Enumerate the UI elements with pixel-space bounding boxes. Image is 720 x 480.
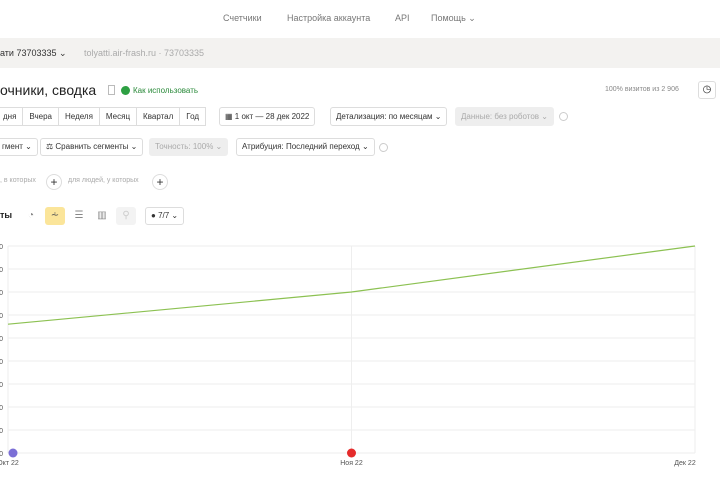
detail-dropdown[interactable]: Детализация: по месяцам ⌄ (330, 107, 448, 126)
y-tick-label: 0 (0, 359, 3, 366)
metrics-count: 7/7 (158, 211, 170, 220)
compare-segments-button[interactable]: ⚖ Сравнить сегменты ⌄ (40, 138, 144, 156)
segment-dropdown[interactable]: гмент ⌄ (0, 138, 38, 156)
clock-icon[interactable]: ◷ (698, 81, 716, 99)
y-tick-label: 0 (0, 267, 3, 274)
y-tick-label: 0 (0, 382, 3, 389)
period-yesterday[interactable]: Вчера (22, 107, 60, 126)
chevron-down-icon: ⌄ (59, 48, 67, 58)
page-title: очники, сводка (0, 82, 97, 98)
people-filter-label: для людей, у которых (68, 177, 139, 184)
nav-api[interactable]: API (395, 13, 410, 23)
y-tick-label: 0 (0, 313, 3, 320)
x-tick-label: Дек 22 (674, 460, 696, 467)
bar-chart-icon[interactable]: ▥ (92, 207, 112, 225)
annotation-marker (347, 448, 356, 458)
period-month[interactable]: Месяц (98, 107, 138, 126)
nav-help-label: Помощь (431, 13, 466, 23)
nav-help[interactable]: Помощь ⌄ (431, 13, 476, 24)
metrics-dropdown[interactable]: ● 7/7 ⌄ (145, 207, 185, 225)
counter-bar: ати 73703335 ⌄ tolyatti.air-frash.ru · 7… (0, 38, 720, 68)
segment-label: гмент (2, 142, 23, 151)
nav-counters[interactable]: Счетчики (223, 13, 262, 23)
stacked-area-icon[interactable]: ☰ (69, 207, 89, 225)
nav-account-settings[interactable]: Настройка аккаунта (287, 13, 370, 23)
x-tick-label: Окт 22 (0, 460, 19, 467)
y-tick-label: 0 (0, 451, 3, 458)
accuracy-dropdown[interactable]: Точность: 100% ⌄ (149, 138, 229, 156)
info-icon (121, 86, 130, 95)
chart-section-title: ты (0, 210, 13, 220)
annotation-marker (8, 448, 18, 458)
y-tick-label: 0 (0, 428, 3, 435)
line-chart: 0 0 0 0 0 0 0 0 0 0 Окт 22 Ноя 22 Дек 22 (0, 244, 696, 467)
data-filter-label: Данные: без роботов (461, 112, 540, 121)
date-range-button[interactable]: ▦ 1 окт — 28 дек 2022 (219, 107, 316, 126)
attribution-label: Атрибуция: Последний переход (242, 142, 360, 151)
period-today[interactable]: дня (0, 107, 24, 126)
data-filter-dropdown[interactable]: Данные: без роботов ⌄ (455, 107, 554, 126)
y-tick-label: 0 (0, 244, 3, 251)
y-tick-label: 0 (0, 336, 3, 343)
counter-name: ати 73703335 (0, 48, 57, 58)
calendar-icon: ▦ (225, 112, 233, 121)
y-tick-label: 0 (0, 405, 3, 412)
y-tick-label: 0 (0, 290, 3, 297)
add-visit-filter-button[interactable]: + (46, 174, 62, 190)
period-week[interactable]: Неделя (58, 107, 100, 126)
compare-label: Сравнить сегменты (55, 142, 129, 151)
top-navigation: Счетчики Настройка аккаунта API Помощь ⌄ (0, 0, 720, 38)
attribution-dropdown[interactable]: Атрибуция: Последний переход ⌄ (236, 138, 375, 156)
add-people-filter-button[interactable]: + (152, 174, 168, 190)
compare-icon: ⚖ (46, 142, 54, 151)
visits-filter-label: , в которых (0, 177, 36, 184)
help-icon[interactable] (559, 112, 568, 121)
x-tick-label: Ноя 22 (340, 460, 363, 467)
accuracy-label: Точность: 100% (155, 142, 214, 151)
period-quarter[interactable]: Квартал (136, 107, 181, 126)
how-to-use-link[interactable]: Как использовать (133, 86, 198, 95)
detail-label: Детализация: по месяцам (336, 112, 433, 121)
visits-info: 100% визитов из 2 906 (605, 86, 679, 93)
bookmark-icon[interactable] (108, 85, 115, 95)
date-range-label: 1 окт — 28 дек 2022 (234, 112, 310, 121)
help-icon[interactable] (379, 143, 388, 152)
chat-bubble-icon: ● (151, 211, 156, 220)
line-chart-icon[interactable]: ⩪ (45, 207, 65, 225)
period-tabs: дня Вчера Неделя Месяц Квартал Год (0, 107, 207, 126)
period-year[interactable]: Год (179, 107, 207, 126)
map-pin-icon[interactable]: ⚲ (116, 207, 136, 225)
counter-selector[interactable]: ати 73703335 ⌄ (0, 48, 67, 59)
counter-site: tolyatti.air-frash.ru · 73703335 (84, 48, 205, 58)
chevron-down-icon: ⌄ (468, 13, 476, 23)
pie-chart-icon[interactable]: ◔ (21, 207, 41, 225)
